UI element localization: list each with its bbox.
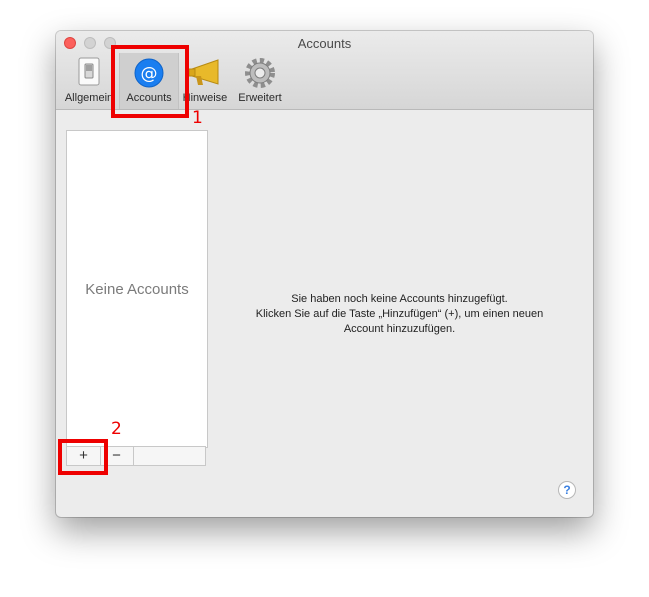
info-line-3: Account hinzuzufügen.: [343, 323, 456, 335]
toolbar-item-allgemein[interactable]: Allgemein: [62, 53, 116, 109]
empty-state-message: Sie haben noch keine Accounts hinzugefüg…: [206, 292, 593, 337]
accounts-pane: Keine Accounts + − Sie haben noch keine …: [56, 110, 593, 517]
info-line-2: Klicken Sie auf die Taste „Hinzufügen“ (…: [255, 308, 544, 320]
help-button[interactable]: ?: [558, 481, 576, 499]
annotation-number-1: 1: [192, 108, 203, 128]
toolbar-label-allgemein: Allgemein: [64, 92, 114, 104]
toolbar-item-erweitert[interactable]: Erweitert: [233, 53, 287, 109]
toolbar-label-erweitert: Erweitert: [238, 92, 282, 104]
megaphone-icon: [188, 59, 219, 85]
gear-icon: [245, 58, 275, 88]
info-line-1: Sie haben noch keine Accounts hinzugefüg…: [291, 293, 508, 305]
highlight-add-button: [58, 439, 108, 475]
highlight-accounts-tab: [111, 45, 189, 118]
annotation-number-2: 2: [111, 419, 122, 439]
accounts-list[interactable]: Keine Accounts: [66, 130, 208, 448]
switch-icon: [78, 57, 100, 86]
empty-list-label: Keine Accounts: [85, 281, 189, 298]
